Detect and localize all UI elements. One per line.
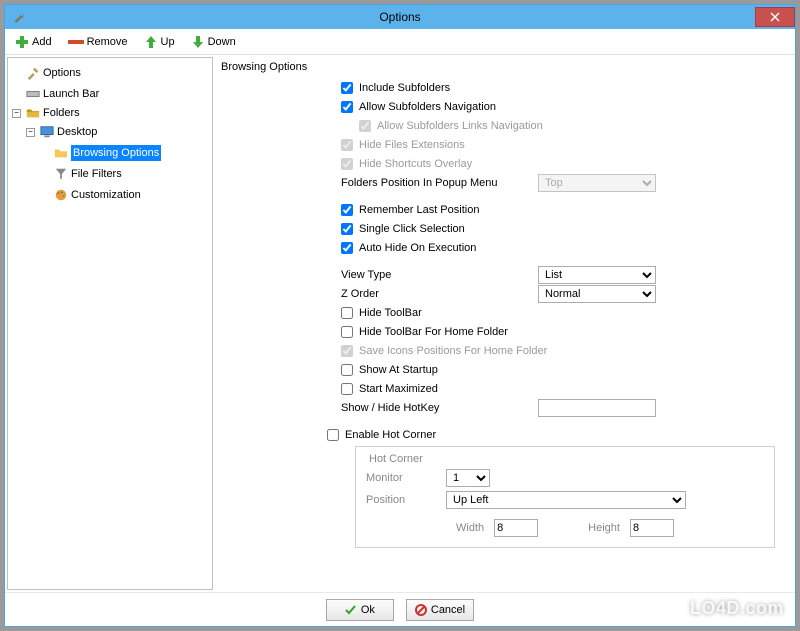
checkbox-label: Include Subfolders <box>359 82 450 94</box>
down-label: Down <box>208 36 236 48</box>
tree-label: Browsing Options <box>71 145 161 161</box>
minus-icon <box>68 37 84 47</box>
arrow-up-icon <box>144 35 158 49</box>
allow-subfolders-nav-checkbox[interactable]: Allow Subfolders Navigation <box>341 101 496 113</box>
checkbox-label: Allow Subfolders Links Navigation <box>377 120 543 132</box>
hide-files-ext-checkbox: Hide Files Extensions <box>341 139 465 151</box>
hide-toolbar-home-checkbox[interactable]: Hide ToolBar For Home Folder <box>341 326 508 338</box>
dialog-footer: Ok Cancel <box>5 592 795 626</box>
arrow-down-icon <box>191 35 205 49</box>
position-select[interactable]: Up Left <box>446 491 686 509</box>
remove-label: Remove <box>87 36 128 48</box>
tree-label: Folders <box>43 105 80 121</box>
checkbox-label: Hide ToolBar <box>359 307 422 319</box>
hide-shortcuts-overlay-checkbox: Hide Shortcuts Overlay <box>341 158 472 170</box>
main-panel: Browsing Options Include Subfolders Allo… <box>213 55 795 592</box>
folders-icon <box>26 106 40 120</box>
height-label: Height <box>588 522 620 534</box>
tree-item-options[interactable]: Options <box>12 64 81 82</box>
tree-label: Desktop <box>57 124 97 140</box>
enable-hot-corner-checkbox[interactable]: Enable Hot Corner <box>327 429 436 441</box>
remove-button[interactable]: Remove <box>64 34 132 50</box>
checkbox-label: Hide Files Extensions <box>359 139 465 151</box>
wrench-icon <box>11 10 25 24</box>
view-type-select[interactable]: List <box>538 266 656 284</box>
tree-item-file-filters[interactable]: File Filters <box>40 165 122 183</box>
tree-label: Customization <box>71 187 141 203</box>
filter-icon <box>54 167 68 181</box>
window-title: Options <box>379 10 420 24</box>
nav-tree[interactable]: Options Launch Bar −Folders −Desktop Bro… <box>7 57 213 590</box>
monitor-label: Monitor <box>366 472 446 484</box>
allow-subfolders-links-nav-checkbox: Allow Subfolders Links Navigation <box>359 120 543 132</box>
tree-item-customization[interactable]: Customization <box>40 186 141 204</box>
cancel-button[interactable]: Cancel <box>406 599 474 621</box>
z-order-select[interactable]: Normal <box>538 285 656 303</box>
up-button[interactable]: Up <box>140 33 179 51</box>
include-subfolders-checkbox[interactable]: Include Subfolders <box>341 82 450 94</box>
tree-item-folders[interactable]: − Folders <box>12 104 80 122</box>
toolbar: Add Remove Up Down <box>5 29 795 55</box>
add-button[interactable]: Add <box>11 33 56 51</box>
position-label: Position <box>366 494 446 506</box>
bar-icon <box>26 87 40 101</box>
height-input[interactable] <box>630 519 674 537</box>
section-title: Browsing Options <box>221 61 785 73</box>
desktop-icon <box>40 125 54 139</box>
save-icons-pos-checkbox: Save Icons Positions For Home Folder <box>341 345 547 357</box>
options-window: Options Add Remove Up Down Options Launc… <box>4 4 796 627</box>
up-label: Up <box>161 36 175 48</box>
tree-item-browsing-options[interactable]: Browsing Options <box>40 144 161 162</box>
tree-label: File Filters <box>71 166 122 182</box>
plus-icon <box>15 35 29 49</box>
auto-hide-checkbox[interactable]: Auto Hide On Execution <box>341 242 476 254</box>
checkbox-label: Save Icons Positions For Home Folder <box>359 345 547 357</box>
view-type-label: View Type <box>341 269 538 281</box>
tree-item-launch-bar[interactable]: Launch Bar <box>12 85 99 103</box>
close-icon <box>770 12 780 22</box>
tree-item-desktop[interactable]: − Desktop <box>26 123 97 141</box>
ok-button[interactable]: Ok <box>326 599 394 621</box>
tools-icon <box>26 66 40 80</box>
show-at-startup-checkbox[interactable]: Show At Startup <box>341 364 438 376</box>
checkbox-label: Single Click Selection <box>359 223 465 235</box>
folder-open-icon <box>54 146 68 160</box>
hot-corner-legend: Hot Corner <box>366 453 426 465</box>
cancel-icon <box>415 604 427 616</box>
down-button[interactable]: Down <box>187 33 240 51</box>
checkbox-label: Hide Shortcuts Overlay <box>359 158 472 170</box>
collapse-icon[interactable]: − <box>26 128 35 137</box>
collapse-icon[interactable]: − <box>12 109 21 118</box>
check-icon <box>345 604 357 616</box>
checkbox-label: Auto Hide On Execution <box>359 242 476 254</box>
checkbox-label: Hide ToolBar For Home Folder <box>359 326 508 338</box>
single-click-checkbox[interactable]: Single Click Selection <box>341 223 465 235</box>
palette-icon <box>54 188 68 202</box>
hot-corner-fieldset: Hot Corner Monitor 1 Position Up Left Wi… <box>355 446 775 548</box>
checkbox-label: Start Maximized <box>359 383 438 395</box>
z-order-label: Z Order <box>341 288 538 300</box>
checkbox-label: Enable Hot Corner <box>345 429 436 441</box>
hide-toolbar-checkbox[interactable]: Hide ToolBar <box>341 307 422 319</box>
checkbox-label: Show At Startup <box>359 364 438 376</box>
add-label: Add <box>32 36 52 48</box>
start-maximized-checkbox[interactable]: Start Maximized <box>341 383 438 395</box>
show-hide-hotkey-input[interactable] <box>538 399 656 417</box>
checkbox-label: Allow Subfolders Navigation <box>359 101 496 113</box>
remember-last-pos-checkbox[interactable]: Remember Last Position <box>341 204 479 216</box>
show-hide-hotkey-label: Show / Hide HotKey <box>341 402 538 414</box>
ok-label: Ok <box>361 604 375 616</box>
close-button[interactable] <box>755 7 795 27</box>
titlebar: Options <box>5 5 795 29</box>
folders-pos-label: Folders Position In Popup Menu <box>341 177 538 189</box>
monitor-select[interactable]: 1 <box>446 469 490 487</box>
cancel-label: Cancel <box>431 604 465 616</box>
width-input[interactable] <box>494 519 538 537</box>
checkbox-label: Remember Last Position <box>359 204 479 216</box>
width-label: Width <box>456 522 484 534</box>
tree-label: Options <box>43 65 81 81</box>
tree-label: Launch Bar <box>43 86 99 102</box>
folders-pos-select: Top <box>538 174 656 192</box>
